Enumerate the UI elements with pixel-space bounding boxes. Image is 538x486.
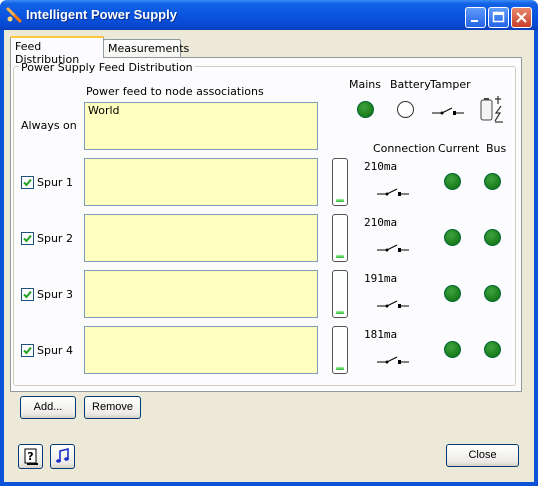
spur-current-led	[444, 229, 461, 246]
bus-header: Bus	[486, 142, 507, 155]
spur-current-led	[444, 341, 461, 358]
spur-level-fill	[336, 254, 344, 258]
always-on-assoc-text: World	[88, 104, 120, 117]
spur-level-meter	[332, 158, 348, 206]
checkmark-icon	[23, 178, 32, 187]
spur-current-value: 210ma	[364, 216, 398, 229]
spur-current-led	[444, 285, 461, 302]
tab-measurements[interactable]: Measurements	[103, 39, 189, 59]
spur-label: Spur 4	[37, 344, 73, 357]
spur-checkbox[interactable]	[21, 344, 34, 357]
music-note-icon	[56, 447, 69, 463]
spur-assoc-input[interactable]	[84, 326, 318, 374]
connection-header: Connection	[373, 142, 436, 155]
title-bar[interactable]: Intelligent Power Supply	[0, 0, 538, 30]
svg-text:?: ?	[27, 450, 33, 463]
checkmark-icon	[23, 290, 32, 299]
spur-connection-switch-icon	[377, 244, 409, 252]
always-on-label: Always on	[21, 119, 77, 132]
spur-level-meter	[332, 326, 348, 374]
power-supply-app-icon	[6, 7, 22, 23]
mains-header: Mains	[349, 78, 381, 91]
spur-bus-led	[484, 229, 501, 246]
feed-distribution-group: Power Supply Feed Distribution Power fee…	[13, 61, 516, 386]
close-button-label: Close	[468, 449, 497, 461]
close-icon	[516, 12, 527, 23]
spur-bus-led	[484, 173, 501, 190]
spur-checkbox[interactable]	[21, 288, 34, 301]
spur-label: Spur 2	[37, 232, 73, 245]
spur-current-led	[444, 173, 461, 190]
tab-feed-distribution[interactable]: Feed Distribution	[10, 36, 104, 66]
tab-label: Measurements	[108, 42, 190, 55]
minimize-button[interactable]	[465, 7, 486, 28]
spur-bus-led	[484, 285, 501, 302]
spur-level-fill	[336, 198, 344, 202]
always-on-assoc-input[interactable]: World	[84, 102, 318, 150]
spur-current-value: 191ma	[364, 272, 398, 285]
help-button[interactable]: ?	[18, 444, 43, 469]
checkmark-icon	[23, 346, 32, 355]
window-title: Intelligent Power Supply	[26, 7, 177, 22]
feed-distribution-panel: Power Supply Feed Distribution Power fee…	[10, 57, 522, 392]
spur-connection-switch-icon	[377, 300, 409, 308]
close-button[interactable]: Close	[446, 444, 519, 467]
spur-checkbox[interactable]	[21, 176, 34, 189]
audio-button[interactable]	[50, 444, 75, 469]
tab-label: Feed Distribution	[15, 40, 80, 66]
mains-status-led	[357, 101, 374, 118]
spur-level-fill	[336, 366, 344, 370]
remove-button-label: Remove	[92, 401, 133, 413]
spur-bus-led	[484, 341, 501, 358]
checkmark-icon	[23, 234, 32, 243]
close-window-button[interactable]	[511, 7, 532, 28]
spur-assoc-input[interactable]	[84, 270, 318, 318]
minimize-icon	[471, 20, 478, 22]
spur-level-meter	[332, 214, 348, 262]
spur-level-meter	[332, 270, 348, 318]
app-window: Intelligent Power Supply Feed Distributi…	[0, 0, 538, 486]
spur-connection-switch-icon	[377, 356, 409, 364]
spur-connection-switch-icon	[377, 188, 409, 196]
battery-status-led	[397, 101, 414, 118]
spur-label: Spur 1	[37, 176, 73, 189]
spur-checkbox[interactable]	[21, 232, 34, 245]
spur-assoc-input[interactable]	[84, 158, 318, 206]
add-button-label: Add...	[33, 401, 63, 413]
current-header: Current	[438, 142, 480, 155]
maximize-button[interactable]	[488, 7, 509, 28]
dialog-client-area: Feed Distribution Measurements Power Sup…	[4, 30, 534, 482]
battery-header: Battery	[390, 78, 431, 91]
spur-level-fill	[336, 310, 344, 314]
help-icon: ?	[24, 448, 38, 465]
assoc-header: Power feed to node associations	[86, 85, 264, 98]
remove-button[interactable]: Remove	[84, 396, 141, 419]
spur-label: Spur 3	[37, 288, 73, 301]
battery-charge-icon	[480, 96, 503, 123]
spur-assoc-input[interactable]	[84, 214, 318, 262]
tamper-header: Tamper	[430, 78, 471, 91]
maximize-icon	[492, 11, 505, 23]
tamper-switch-icon	[432, 107, 464, 115]
spur-current-value: 210ma	[364, 160, 398, 173]
add-button[interactable]: Add...	[20, 396, 76, 419]
spur-current-value: 181ma	[364, 328, 398, 341]
